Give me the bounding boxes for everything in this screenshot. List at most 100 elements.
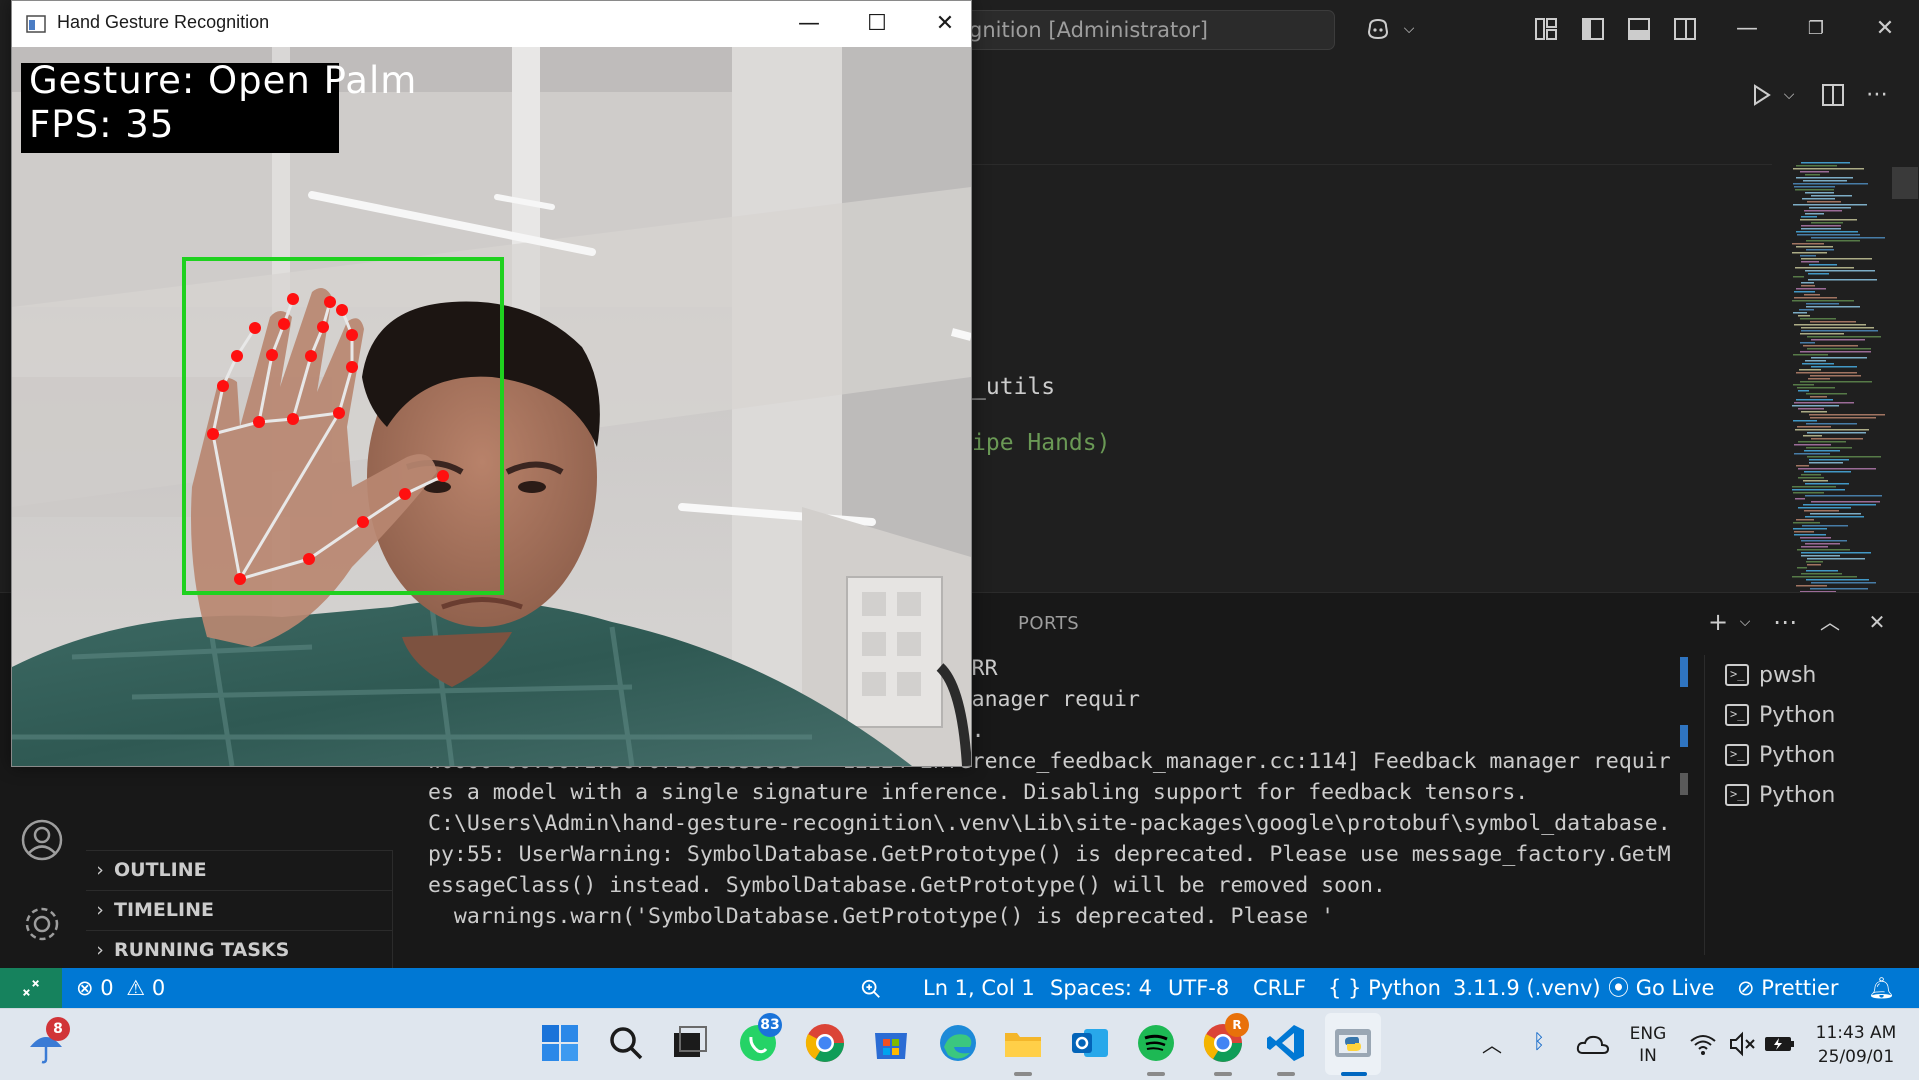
code-line[interactable]: _utils bbox=[972, 374, 1055, 400]
terminal-tab-pwsh[interactable]: >_ pwsh bbox=[1705, 655, 1919, 695]
close-panel-icon[interactable]: ✕ bbox=[1862, 607, 1892, 637]
battery-charging-icon[interactable] bbox=[1763, 1029, 1797, 1059]
onedrive-cloud-icon[interactable] bbox=[1575, 1027, 1611, 1063]
clock[interactable]: 11:43 AM 25/09/01 bbox=[1808, 1021, 1904, 1069]
toggle-primary-sidebar-icon[interactable] bbox=[1580, 16, 1606, 42]
minimap-line bbox=[1805, 174, 1820, 176]
minimap-line bbox=[1799, 369, 1821, 371]
outline-section[interactable]: › OUTLINE bbox=[86, 850, 392, 889]
minimap-line bbox=[1806, 423, 1857, 425]
running-indicator bbox=[1277, 1072, 1295, 1076]
run-python-file-icon[interactable] bbox=[1748, 82, 1774, 108]
maximize-button[interactable]: ☐ bbox=[843, 1, 911, 47]
active-indicator bbox=[1341, 1072, 1367, 1076]
panel-more-actions-icon[interactable]: ⋯ bbox=[1770, 607, 1800, 637]
minimap-line bbox=[1804, 471, 1851, 473]
window-restore-icon[interactable]: ❐ bbox=[1803, 16, 1829, 42]
toggle-panel-icon[interactable] bbox=[1626, 16, 1652, 42]
new-terminal-chevron-icon[interactable]: ⌵ bbox=[1730, 607, 1760, 637]
vscode-icon[interactable] bbox=[1264, 1021, 1308, 1065]
chrome-icon[interactable] bbox=[803, 1021, 847, 1065]
bluetooth-icon[interactable]: ᛒ bbox=[1533, 1029, 1545, 1053]
editor-scrollbar-thumb[interactable] bbox=[1892, 167, 1918, 199]
customize-layout-icon[interactable] bbox=[1533, 16, 1559, 42]
language-mode[interactable]: { } Python bbox=[1328, 968, 1441, 1008]
weather-umbrella-icon[interactable]: 8 bbox=[26, 1017, 70, 1067]
toggle-secondary-sidebar-icon[interactable] bbox=[1672, 16, 1698, 42]
edge-icon[interactable] bbox=[936, 1021, 980, 1065]
microsoft-store-icon[interactable] bbox=[869, 1021, 913, 1065]
minimap-line bbox=[1800, 342, 1815, 344]
minimap-line bbox=[1792, 486, 1836, 488]
split-editor-icon[interactable] bbox=[1820, 82, 1846, 108]
minimap-line bbox=[1805, 270, 1875, 272]
task-view-icon[interactable] bbox=[668, 1021, 712, 1065]
window-close-icon[interactable]: ✕ bbox=[1872, 16, 1898, 42]
new-terminal-plus-icon[interactable]: + bbox=[1703, 607, 1733, 637]
spotify-icon[interactable] bbox=[1134, 1021, 1178, 1065]
start-windows-icon[interactable] bbox=[538, 1021, 582, 1065]
python-window-icon[interactable] bbox=[1331, 1021, 1375, 1065]
warning-icon: ⚠ bbox=[126, 976, 146, 1000]
show-hidden-icons-chevron-icon[interactable]: ︿ bbox=[1482, 1029, 1502, 1058]
minimap-line bbox=[1810, 588, 1868, 590]
file-explorer-icon[interactable] bbox=[1001, 1021, 1045, 1065]
file-encoding[interactable]: UTF-8 bbox=[1168, 968, 1229, 1008]
zoom-icon[interactable] bbox=[860, 968, 882, 1008]
minimap-line bbox=[1806, 393, 1847, 395]
terminal-line: essageClass() instead. SymbolDatabase.Ge… bbox=[428, 873, 1386, 898]
minimap-line bbox=[1801, 216, 1817, 218]
terminal-tab-python[interactable]: >_ Python bbox=[1705, 695, 1919, 735]
minimap-line bbox=[1796, 399, 1833, 401]
minimap-line bbox=[1805, 360, 1826, 362]
running-indicator bbox=[1147, 1072, 1165, 1076]
copilot-chevron-down-icon[interactable]: ⌵ bbox=[1396, 16, 1422, 42]
manage-gear-icon[interactable] bbox=[20, 902, 64, 946]
minimap-line bbox=[1798, 315, 1810, 317]
chrome-profile-icon[interactable]: R bbox=[1201, 1013, 1249, 1065]
prettier-button[interactable]: ⊘ Prettier bbox=[1737, 968, 1839, 1008]
code-line[interactable]: ipe Hands) bbox=[972, 430, 1110, 456]
search-icon[interactable] bbox=[604, 1021, 648, 1065]
minimap-line bbox=[1795, 267, 1854, 269]
minimap-line bbox=[1804, 210, 1842, 212]
minimap[interactable] bbox=[1790, 162, 1900, 622]
notifications-bell-icon[interactable]: 🔔︎ bbox=[1868, 968, 1895, 1008]
activity-bar bbox=[0, 780, 86, 970]
editor-more-actions-icon[interactable]: ⋯ bbox=[1864, 82, 1890, 108]
outlook-icon[interactable] bbox=[1068, 1021, 1112, 1065]
minimap-line bbox=[1793, 528, 1827, 530]
terminal-tab-python[interactable]: >_ Python bbox=[1705, 735, 1919, 775]
minimap-line bbox=[1811, 366, 1857, 368]
maximize-panel-chevron-up-icon[interactable]: ︿ bbox=[1815, 607, 1845, 637]
volume-muted-icon[interactable] bbox=[1727, 1029, 1757, 1059]
go-live-button[interactable]: ⦿ Go Live bbox=[1608, 968, 1714, 1008]
indentation-setting[interactable]: Spaces: 4 bbox=[1050, 968, 1152, 1008]
copilot-icon[interactable] bbox=[1358, 16, 1398, 42]
minimap-line bbox=[1803, 504, 1876, 506]
whatsapp-icon[interactable]: 83 bbox=[736, 1013, 782, 1065]
input-language[interactable]: ENG IN bbox=[1626, 1023, 1670, 1067]
remote-window-button[interactable] bbox=[0, 968, 62, 1008]
wifi-icon[interactable] bbox=[1688, 1029, 1718, 1059]
command-center-text: gnition [Administrator] bbox=[969, 18, 1208, 42]
tab-ports[interactable]: PORTS bbox=[1018, 613, 1079, 634]
problems-indicator[interactable]: ⊗ 0 ⚠ 0 bbox=[76, 968, 165, 1008]
cursor-position[interactable]: Ln 1, Col 1 bbox=[923, 968, 1035, 1008]
terminal-tab-python[interactable]: >_ Python bbox=[1705, 775, 1919, 815]
close-button[interactable]: ✕ bbox=[911, 1, 979, 47]
window-title: Hand Gesture Recognition bbox=[57, 12, 270, 32]
line-ending[interactable]: CRLF bbox=[1253, 968, 1306, 1008]
run-options-chevron-icon[interactable]: ⌵ bbox=[1776, 82, 1802, 108]
minimap-line bbox=[1793, 420, 1817, 422]
minimap-line bbox=[1792, 252, 1827, 254]
timeline-section[interactable]: › TIMELINE bbox=[86, 890, 392, 929]
hand-landmark-point bbox=[253, 416, 265, 428]
hand-gesture-titlebar[interactable]: Hand Gesture Recognition — ☐ ✕ bbox=[12, 1, 971, 47]
running-tasks-section[interactable]: › RUNNING TASKS bbox=[86, 930, 392, 969]
python-interpreter[interactable]: 3.11.9 (.venv) bbox=[1453, 968, 1601, 1008]
window-minimize-icon[interactable]: — bbox=[1734, 16, 1760, 42]
hand-landmark-point bbox=[437, 470, 449, 482]
accounts-icon[interactable] bbox=[20, 818, 64, 862]
minimize-button[interactable]: — bbox=[775, 1, 843, 47]
